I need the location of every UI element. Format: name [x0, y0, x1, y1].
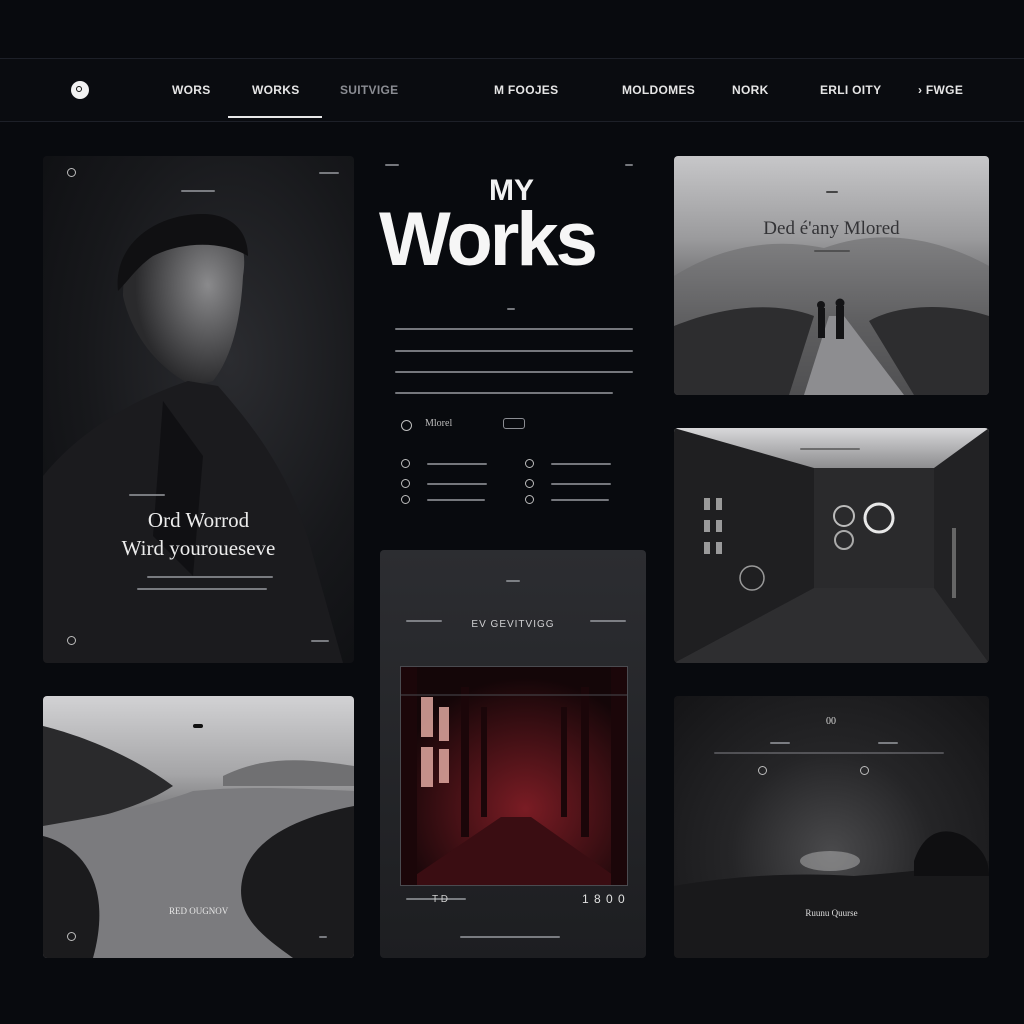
field-card[interactable]: 00 Ruunu Quurse	[674, 696, 989, 958]
feature-text	[427, 463, 487, 465]
portrait-caption-line1: Ord Worrod	[147, 508, 250, 532]
hero-divider	[507, 308, 515, 310]
hero-section: MY Works Mlorel	[379, 156, 643, 508]
feature-text	[427, 499, 485, 501]
card-footer-icon[interactable]	[67, 932, 76, 941]
field-icon	[758, 766, 767, 775]
card-meta	[800, 448, 860, 450]
author-label: Mlorel	[425, 418, 453, 429]
logo-icon[interactable]	[71, 81, 89, 99]
top-navigation-bar: WORS WORKS SUITVIGE M FOOJES MOLDOMES NO…	[0, 58, 1024, 122]
road-card-subtitle	[814, 250, 850, 252]
card-meta	[506, 580, 520, 582]
author-avatar-icon	[401, 420, 412, 431]
lake-card-caption: RED OUGNOV	[169, 906, 229, 916]
project-image-frame	[400, 666, 628, 886]
room-interior-illustration	[674, 428, 989, 663]
hero-title-line2: Works	[379, 197, 598, 282]
card-footer-meta	[319, 936, 327, 938]
portrait-caption-line2: Wird youroueseve	[121, 536, 276, 560]
caption-meta	[129, 494, 165, 496]
project-card-title: EV GEVITVIGG	[471, 619, 555, 630]
feature-text	[551, 463, 611, 465]
nav-item-8[interactable]: › FWGE	[918, 83, 963, 97]
feature-text	[551, 483, 611, 485]
nav-item-6[interactable]: NORK	[732, 83, 769, 97]
nav-item-7[interactable]: ERLI OITY	[820, 83, 881, 97]
portrait-card[interactable]: Ord Worrod Wird youroueseve	[43, 156, 354, 663]
card-meta	[770, 742, 790, 744]
feature-icon	[401, 479, 410, 488]
feature-icon	[401, 459, 410, 468]
hero-meta	[625, 164, 633, 166]
room-card[interactable]	[674, 428, 989, 663]
field-card-badge: 00	[826, 716, 836, 727]
pagination-dots[interactable]	[460, 936, 560, 938]
feature-icon	[525, 495, 534, 504]
lake-landscape-illustration	[43, 726, 354, 958]
author-tag-button[interactable]	[503, 418, 525, 429]
nav-item-4[interactable]: M FOOJES	[494, 83, 558, 97]
nav-item-works[interactable]: WORKS	[252, 83, 300, 97]
nav-item-3[interactable]: SUITVIGE	[340, 83, 398, 97]
road-card[interactable]: Ded é'any Mlored	[674, 156, 989, 395]
hero-paragraph-line	[395, 371, 633, 373]
caption-subtext	[137, 588, 267, 590]
corridor-illustration	[401, 667, 627, 885]
nav-item-5[interactable]: MOLDOMES	[622, 83, 695, 97]
hero-meta	[385, 164, 399, 166]
road-card-title: Ded é'any Mlored	[763, 218, 900, 239]
feature-icon	[525, 459, 534, 468]
card-meta	[714, 752, 944, 754]
hero-paragraph-line	[395, 350, 633, 352]
hero-paragraph-line	[395, 392, 613, 394]
feature-icon	[401, 495, 410, 504]
project-footer-left: T D	[432, 894, 448, 905]
card-footer-meta	[311, 640, 329, 642]
field-landscape-illustration	[674, 831, 989, 958]
active-tab-underline	[228, 116, 322, 118]
project-footer-right: 1 8 0 0	[582, 892, 626, 906]
caption-subtext	[147, 576, 273, 578]
hero-paragraph-line	[395, 328, 633, 330]
card-meta	[193, 724, 203, 728]
lake-card[interactable]: RED OUGNOV	[43, 696, 354, 958]
card-footer-icon[interactable]	[67, 636, 76, 645]
feature-text	[427, 483, 487, 485]
portrait-figure-illustration	[43, 214, 343, 663]
feature-text	[551, 499, 609, 501]
card-meta	[878, 742, 898, 744]
field-icon	[860, 766, 869, 775]
project-card[interactable]: EV GEVITVIGG T D 1 8 0 0	[380, 550, 646, 958]
nav-item-1[interactable]: WORS	[172, 83, 211, 97]
feature-icon	[525, 479, 534, 488]
card-meta	[826, 191, 838, 193]
field-card-caption: Ruunu Quurse	[805, 908, 858, 918]
